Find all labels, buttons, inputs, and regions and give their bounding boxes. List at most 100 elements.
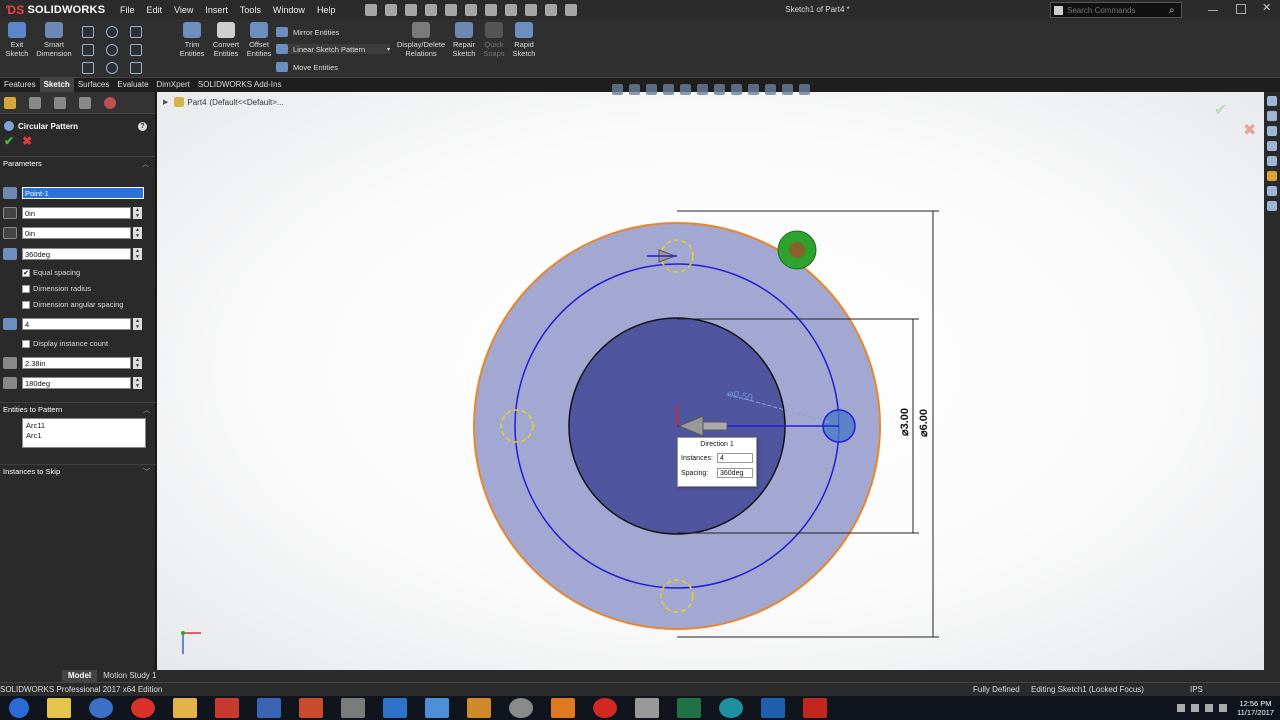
rapid-sketch-button[interactable]: Rapid Sketch — [510, 22, 538, 58]
outer-diameter-dimension[interactable]: ⌀6.00 — [917, 397, 930, 437]
units-label[interactable]: IPS — [1190, 683, 1203, 697]
open-icon[interactable] — [405, 4, 418, 16]
feature-tree-breadcrumb[interactable]: ▶ Part4 (Default<<Default>... — [163, 97, 284, 107]
point-icon[interactable] — [106, 62, 118, 74]
tray-icon[interactable] — [1205, 704, 1214, 712]
tab-surfaces[interactable]: Surfaces — [74, 78, 114, 92]
equal-spacing-row[interactable]: ✔ Equal spacing — [22, 268, 80, 277]
new-document-icon[interactable] — [385, 4, 398, 16]
callout-spacing-field[interactable]: 360deg — [717, 468, 753, 478]
radius-stepper[interactable]: ▲ ▼ — [133, 357, 142, 369]
equal-spacing-checkbox[interactable]: ✔ — [22, 268, 30, 277]
forum-icon[interactable] — [1267, 201, 1277, 211]
user-icon[interactable] — [565, 4, 578, 16]
rebuild-icon[interactable] — [505, 4, 518, 16]
instances-field[interactable] — [22, 318, 131, 330]
x-value-stepper[interactable]: ▲ ▼ — [133, 207, 142, 219]
start-button[interactable] — [9, 698, 29, 718]
save-icon[interactable] — [425, 4, 438, 16]
arc-angle-field[interactable] — [22, 377, 131, 389]
fillet-icon[interactable] — [82, 62, 94, 74]
view-orientation-icon[interactable] — [697, 84, 708, 95]
chevron-down-icon[interactable]: ﹀ — [143, 467, 150, 477]
display-style-icon[interactable] — [714, 84, 725, 95]
search-icon[interactable]: ⌕ — [1169, 5, 1175, 16]
radius-field[interactable] — [22, 357, 131, 369]
tab-addins[interactable]: SOLIDWORKS Add-Ins — [194, 78, 286, 92]
entities-to-pattern-header[interactable]: Entities to Pattern ︿ — [0, 402, 156, 416]
tray-icon[interactable] — [1191, 704, 1200, 712]
view-settings-icon[interactable] — [782, 84, 793, 95]
offset-entities-button[interactable]: Offset Entities — [244, 22, 274, 58]
options-icon[interactable] — [545, 4, 558, 16]
cancel-button[interactable]: ✖ — [22, 134, 32, 148]
taskbar-app-icon[interactable] — [89, 698, 113, 718]
search-commands-box[interactable]: ⌕ — [1050, 2, 1182, 18]
confirmation-corner-cancel-icon[interactable]: ✖ — [1243, 120, 1256, 140]
dimension-angular-spacing-checkbox[interactable] — [22, 300, 30, 309]
mirror-entities-button[interactable]: Mirror Entities — [276, 27, 339, 37]
appearances-icon[interactable] — [1267, 171, 1277, 181]
taskbar-app-icon[interactable] — [215, 698, 239, 718]
taskbar-app-icon[interactable] — [761, 698, 785, 718]
taskbar-app-icon[interactable] — [803, 698, 827, 718]
display-instance-count-checkbox[interactable] — [22, 339, 30, 348]
search-input[interactable] — [1067, 5, 1167, 15]
spline-icon[interactable] — [130, 26, 142, 38]
undo-icon[interactable] — [465, 4, 478, 16]
menu-window[interactable]: Window — [267, 0, 311, 20]
menu-help[interactable]: Help — [311, 0, 342, 20]
menu-edit[interactable]: Edit — [141, 0, 169, 20]
chevron-up-icon[interactable]: ︿ — [142, 159, 149, 169]
tab-evaluate[interactable]: Evaluate — [113, 78, 152, 92]
pin-icon[interactable] — [365, 4, 378, 16]
taskbar-app-icon[interactable] — [467, 698, 491, 718]
tab-sketch[interactable]: Sketch — [39, 78, 74, 92]
help-icon[interactable]: ? — [138, 121, 147, 131]
tab-features[interactable]: Features — [0, 78, 40, 92]
taskbar-app-icon[interactable] — [551, 698, 575, 718]
view-palette-icon[interactable] — [1267, 156, 1277, 166]
dynamic-annotation-icon[interactable] — [680, 84, 691, 95]
slot-icon[interactable] — [106, 44, 118, 56]
menu-view[interactable]: View — [168, 0, 199, 20]
taskbar-app-icon[interactable] — [509, 698, 533, 718]
apply-scene-icon[interactable] — [765, 84, 776, 95]
inner-diameter-dimension[interactable]: ⌀3.00 — [898, 396, 911, 436]
property-manager-icon[interactable] — [29, 96, 41, 109]
graphics-area[interactable]: ⌀0.50 ✔ ✖ — [157, 84, 1264, 670]
line-icon[interactable] — [82, 26, 94, 38]
volume-icon[interactable] — [1219, 704, 1228, 712]
taskbar-app-icon[interactable] — [47, 698, 71, 718]
menu-insert[interactable]: Insert — [199, 0, 234, 20]
center-point-field[interactable] — [22, 187, 144, 199]
edit-appearance-icon[interactable] — [748, 84, 759, 95]
move-entities-button[interactable]: Move Entities — [276, 62, 338, 72]
expand-arrow-icon[interactable]: ▶ — [163, 98, 168, 106]
zoom-to-fit-icon[interactable] — [612, 84, 623, 95]
feature-manager-icon[interactable] — [4, 96, 16, 109]
exit-sketch-button[interactable]: Exit Sketch — [4, 22, 30, 58]
quick-snaps-button[interactable]: Quick Snaps — [482, 22, 506, 58]
tab-dimxpert[interactable]: DimXpert — [153, 78, 194, 92]
text-icon[interactable] — [130, 62, 142, 74]
instances-to-skip-header[interactable]: Instances to Skip ﹀ — [0, 464, 156, 478]
convert-entities-button[interactable]: Convert Entities — [210, 22, 242, 58]
dimension-radius-row[interactable]: Dimension radius — [22, 284, 91, 293]
display-delete-relations-button[interactable]: Display/Delete Relations — [394, 22, 448, 58]
hide-show-items-icon[interactable] — [731, 84, 742, 95]
dimension-radius-checkbox[interactable] — [22, 284, 30, 293]
display-pane-icon[interactable] — [799, 84, 810, 95]
taskbar-app-icon[interactable] — [425, 698, 449, 718]
chevron-down-icon[interactable]: ▾ — [387, 46, 390, 53]
taskbar-app-icon[interactable] — [257, 698, 281, 718]
print-icon[interactable] — [445, 4, 458, 16]
angle-stepper[interactable]: ▲ ▼ — [133, 248, 142, 260]
ok-button[interactable]: ✔ — [4, 134, 14, 148]
x-value-field[interactable] — [22, 207, 131, 219]
taskbar-app-icon[interactable] — [383, 698, 407, 718]
list-item[interactable]: Arc11 — [26, 421, 142, 431]
taskbar-app-icon[interactable] — [593, 698, 617, 718]
close-button[interactable]: ✕ — [1262, 3, 1272, 14]
taskbar-app-icon[interactable] — [131, 698, 155, 718]
